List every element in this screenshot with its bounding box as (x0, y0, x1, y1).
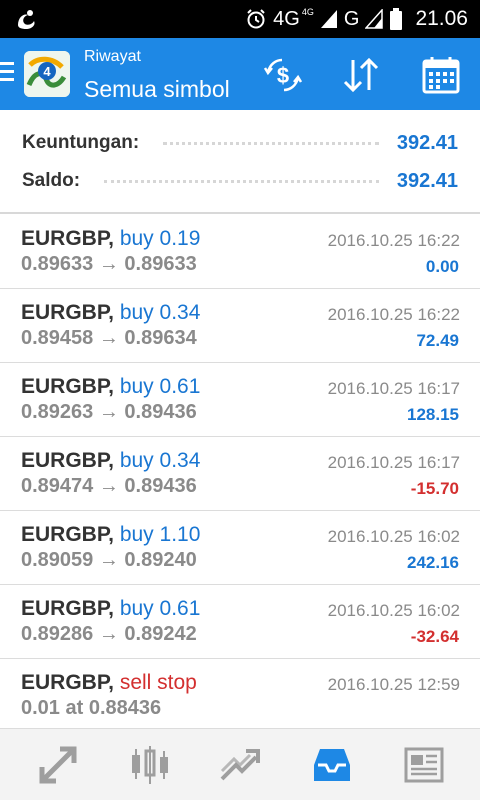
signal-icon-2 (365, 9, 384, 29)
trade-prices: 0.89458 → 0.89634 (21, 327, 197, 349)
trade-history-list: EURGBP, buy 0.19 0.89633 → 0.89633 2016.… (0, 215, 480, 733)
trade-symbol: EURGBP, buy 1.10 (21, 523, 201, 546)
trade-symbol: EURGBP, buy 0.19 (21, 227, 201, 250)
balance-row: Saldo: 392.41 (22, 166, 458, 196)
profit-value: 392.41 (396, 131, 458, 154)
trade-prices: 0.01 at 0.88436 (21, 697, 162, 719)
trade-time: 2016.10.25 16:02 (327, 601, 460, 620)
trade-time: 2016.10.25 16:22 (327, 305, 460, 324)
network-type: 4G (273, 7, 300, 30)
trade-profit: 0.00 (425, 257, 459, 276)
dotted-leader (163, 141, 379, 145)
bottom-navigation (0, 728, 480, 800)
trade-type: buy 0.19 (119, 227, 201, 250)
trade-type: buy 0.34 (119, 449, 201, 472)
trade-prices: 0.89263 → 0.89436 (21, 401, 197, 423)
svg-text:4: 4 (43, 64, 51, 79)
calendar-icon[interactable] (420, 54, 462, 96)
trade-profit: 128.15 (407, 405, 459, 424)
trade-row[interactable]: EURGBP, buy 0.19 0.89633 → 0.89633 2016.… (0, 215, 480, 289)
trade-type: sell stop (119, 671, 197, 694)
trade-symbol: EURGBP, buy 0.61 (21, 375, 201, 398)
trade-prices: 0.89633 → 0.89633 (21, 253, 197, 275)
symbol-filter[interactable]: Semua simbol (84, 76, 230, 103)
metatrader-logo-icon[interactable]: 4 (24, 51, 70, 97)
trade-prices: 0.89474 → 0.89436 (21, 475, 197, 497)
trade-type: buy 0.61 (119, 375, 201, 398)
balance-label: Saldo: (22, 170, 81, 191)
trade-time: 2016.10.25 16:17 (327, 379, 460, 398)
trade-row[interactable]: EURGBP, buy 1.10 0.89059 → 0.89240 2016.… (0, 511, 480, 585)
app-header: 4 Riwayat Semua simbol $ (0, 38, 480, 110)
news-icon[interactable] (402, 743, 446, 787)
trade-time: 2016.10.25 16:22 (327, 231, 460, 250)
trade-symbol: EURGBP, buy 0.34 (21, 301, 201, 324)
network-type-small: 4G (301, 7, 314, 17)
svg-text:$: $ (277, 63, 289, 88)
status-bar: 4G 4G G 21.06 (0, 0, 480, 38)
clock: 21.06 (415, 7, 468, 30)
chart-icon[interactable] (128, 743, 172, 787)
trade-profit: -32.64 (410, 627, 459, 646)
quotes-icon[interactable] (36, 743, 80, 787)
trade-symbol: EURGBP, buy 0.34 (21, 449, 201, 472)
history-icon[interactable] (310, 743, 354, 787)
trade-row[interactable]: EURGBP, sell stop 0.01 at 0.88436 2016.1… (0, 659, 480, 733)
menu-icon[interactable] (0, 62, 14, 84)
trade-profit: -15.70 (410, 479, 459, 498)
battery-icon (390, 8, 403, 30)
alarm-icon (247, 9, 265, 29)
trade-profit: 242.16 (407, 553, 459, 572)
trade-row[interactable]: EURGBP, buy 0.34 0.89474 → 0.89436 2016.… (0, 437, 480, 511)
profit-label: Keuntungan: (22, 132, 140, 153)
trade-type: buy 0.34 (119, 301, 201, 324)
currency-exchange-icon[interactable]: $ (262, 54, 304, 96)
trade-type: buy 1.10 (119, 523, 201, 546)
trade-row[interactable]: EURGBP, buy 0.61 0.89263 → 0.89436 2016.… (0, 363, 480, 437)
trade-time: 2016.10.25 16:17 (327, 453, 460, 472)
screen-title: Riwayat (84, 48, 141, 65)
trade-prices: 0.89059 → 0.89240 (21, 549, 197, 571)
profit-row: Keuntungan: 392.41 (22, 128, 458, 158)
carrier-type: G (343, 7, 360, 30)
account-summary: Keuntungan: 392.41 Saldo: 392.41 (0, 110, 480, 214)
sort-icon[interactable] (340, 54, 382, 96)
dotted-leader (104, 179, 379, 183)
balance-value: 392.41 (396, 169, 458, 192)
trade-type: buy 0.61 (119, 597, 201, 620)
trade-symbol: EURGBP, sell stop (21, 671, 197, 694)
trade-profit: 72.49 (416, 331, 459, 350)
trade-symbol: EURGBP, buy 0.61 (21, 597, 201, 620)
signal-icon (320, 10, 337, 28)
trade-icon[interactable] (218, 743, 262, 787)
trade-row[interactable]: EURGBP, buy 0.61 0.89286 → 0.89242 2016.… (0, 585, 480, 659)
trade-time: 2016.10.25 12:59 (327, 675, 460, 694)
uc-browser-icon (18, 10, 35, 29)
trade-time: 2016.10.25 16:02 (327, 527, 460, 546)
trade-prices: 0.89286 → 0.89242 (21, 623, 197, 645)
trade-row[interactable]: EURGBP, buy 0.34 0.89458 → 0.89634 2016.… (0, 289, 480, 363)
